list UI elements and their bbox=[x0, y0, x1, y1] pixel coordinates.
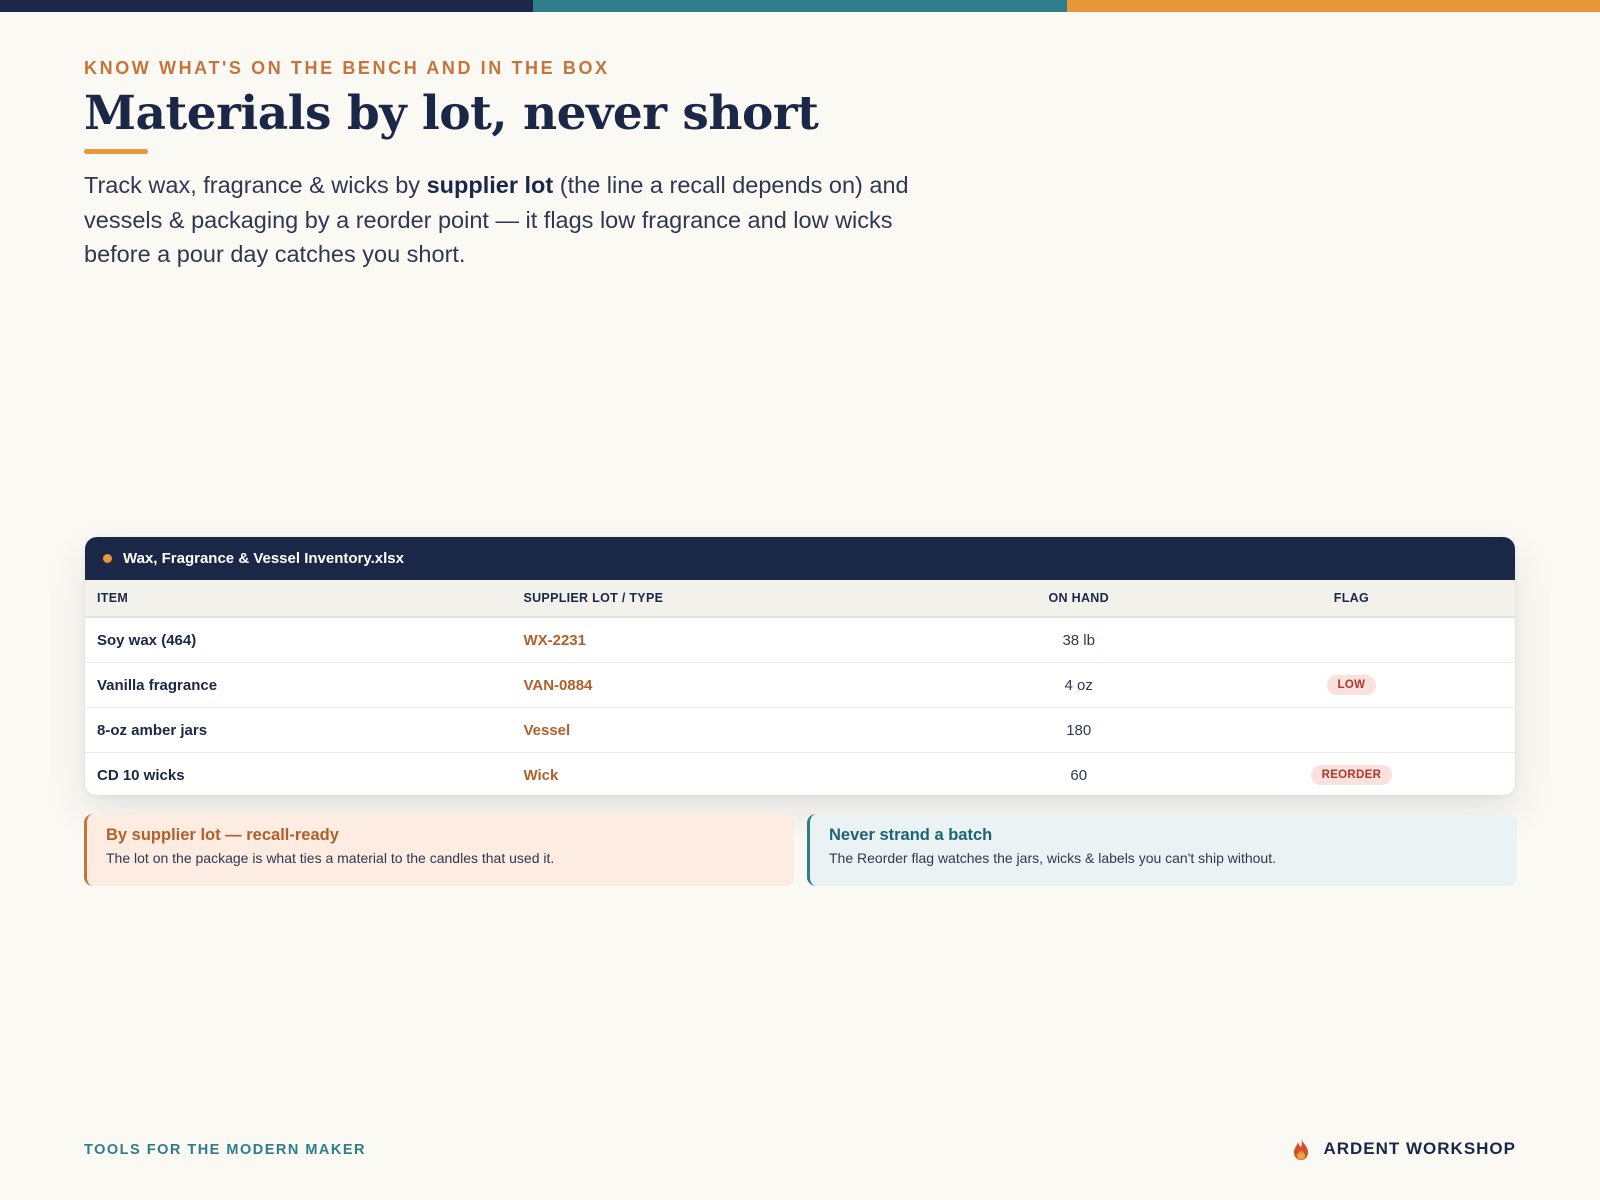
top-accent-bar bbox=[0, 0, 1600, 12]
cell-on-hand: 38 lb bbox=[1062, 631, 1095, 649]
cell-item: 8-oz amber jars bbox=[97, 721, 208, 739]
status-dot-icon bbox=[103, 554, 112, 563]
intro-paragraph: Track wax, fragrance & wicks by supplier… bbox=[84, 168, 964, 272]
callout-supplier-lot: By supplier lot — recall-ready The lot o… bbox=[84, 814, 794, 886]
title-underline bbox=[84, 149, 148, 154]
callout-title: Never strand a batch bbox=[829, 826, 993, 844]
footer-tagline: TOOLS FOR THE MODERN MAKER bbox=[84, 1142, 367, 1158]
eyebrow-text: KNOW WHAT'S ON THE BENCH AND IN THE BOX bbox=[84, 58, 610, 78]
brand-name: ARDENT WORKSHOP bbox=[1323, 1139, 1516, 1158]
cell-item: Soy wax (464) bbox=[97, 631, 197, 649]
cell-flag: REORDER bbox=[1188, 765, 1515, 785]
accent-segment-navy bbox=[0, 0, 534, 12]
callout-body: The lot on the package is what ties a ma… bbox=[106, 850, 555, 866]
column-header-on-hand: ON HAND bbox=[1048, 591, 1109, 605]
cell-on-hand: 180 bbox=[1066, 721, 1092, 739]
flame-icon bbox=[1294, 1138, 1309, 1160]
table-header-row: ITEM SUPPLIER LOT / TYPE ON HAND FLAG bbox=[85, 580, 1515, 618]
page-title: Materials by lot, never short bbox=[84, 86, 819, 141]
callout-never-strand: Never strand a batch The Reorder flag wa… bbox=[807, 814, 1517, 886]
flag-badge-reorder: REORDER bbox=[1310, 765, 1393, 785]
sheet-filename: Wax, Fragrance & Vessel Inventory.xlsx bbox=[123, 550, 404, 567]
intro-emphasis: supplier lot bbox=[426, 172, 554, 198]
cell-lot: WX-2231 bbox=[523, 631, 586, 649]
cell-on-hand: 60 bbox=[1070, 766, 1088, 784]
cell-on-hand: 4 oz bbox=[1064, 676, 1093, 694]
intro-text-start: Track wax, fragrance & wicks by bbox=[84, 172, 427, 198]
sheet-titlebar: Wax, Fragrance & Vessel Inventory.xlsx bbox=[85, 537, 1515, 580]
brand-lockup: ARDENT WORKSHOP bbox=[1291, 1137, 1516, 1161]
cell-lot: VAN-0884 bbox=[523, 676, 593, 694]
accent-segment-orange bbox=[1066, 0, 1600, 12]
inventory-sheet: Wax, Fragrance & Vessel Inventory.xlsx I… bbox=[85, 537, 1515, 795]
flag-badge-low: LOW bbox=[1326, 675, 1377, 695]
callout-body: The Reorder flag watches the jars, wicks… bbox=[829, 850, 1276, 866]
cell-lot: Wick bbox=[523, 766, 559, 784]
accent-segment-teal bbox=[533, 0, 1067, 12]
table-row: CD 10 wicks Wick 60 REORDER bbox=[85, 753, 1515, 795]
cell-flag: LOW bbox=[1188, 675, 1515, 695]
table-row: 8-oz amber jars Vessel 180 bbox=[85, 708, 1515, 753]
table-row: Soy wax (464) WX-2231 38 lb bbox=[85, 618, 1515, 663]
column-header-lot: SUPPLIER LOT / TYPE bbox=[523, 591, 664, 605]
table-row: Vanilla fragrance VAN-0884 4 oz LOW bbox=[85, 663, 1515, 708]
cell-item: Vanilla fragrance bbox=[97, 676, 218, 694]
callout-title: By supplier lot — recall-ready bbox=[106, 826, 339, 844]
cell-item: CD 10 wicks bbox=[97, 766, 185, 784]
column-header-flag: FLAG bbox=[1333, 591, 1370, 605]
cell-lot: Vessel bbox=[523, 721, 571, 739]
column-header-item: ITEM bbox=[97, 591, 129, 605]
